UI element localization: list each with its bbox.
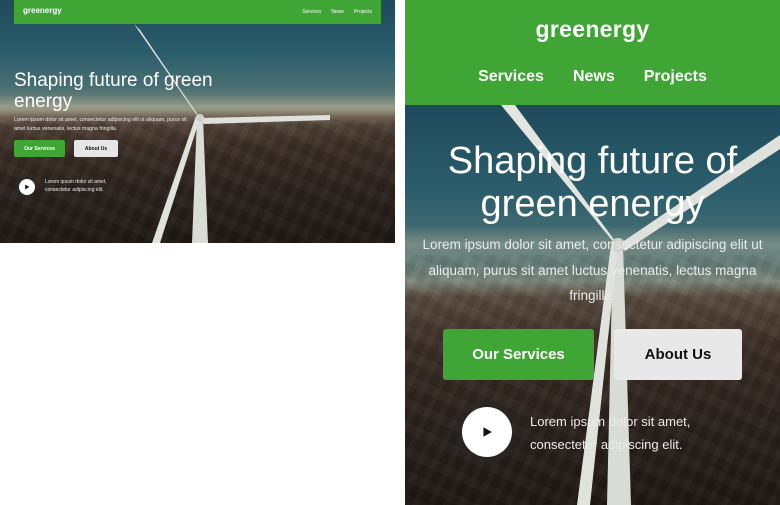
video-play-button[interactable] — [455, 400, 519, 464]
play-icon — [483, 427, 492, 437]
nav-item-news[interactable]: News — [331, 9, 344, 15]
our-services-button[interactable]: Our Services — [14, 140, 65, 157]
video-play-button[interactable] — [15, 175, 38, 198]
nav-item-services[interactable]: Services — [302, 9, 321, 15]
nav-item-projects[interactable]: Projects — [354, 9, 372, 15]
hero-title: Shaping future of green energy — [14, 70, 213, 112]
play-button-circle — [18, 178, 35, 195]
mobile-preview: greenergy Services News Projects Shaping… — [405, 0, 780, 505]
nav-item-services[interactable]: Services — [478, 68, 544, 86]
desktop-nav-menu: Services News Projects — [302, 9, 372, 15]
hero-title: Shaping future of green energy — [447, 140, 738, 225]
play-button-circle — [462, 407, 512, 457]
mobile-nav-menu: Services News Projects — [405, 68, 780, 86]
about-us-button[interactable]: About Us — [74, 140, 118, 157]
brand-logo[interactable]: greenergy — [405, 16, 780, 43]
hero-subtitle: Lorem ipsum dolor sit amet, consectetur … — [14, 117, 187, 132]
desktop-navbar: greenergy Services News Projects — [14, 0, 381, 24]
video-caption: Lorem ipsum dolor sit amet, consectetur … — [530, 414, 691, 452]
desktop-preview: greenergy Services News Projects Shaping… — [0, 0, 395, 243]
hero-subtitle: Lorem ipsum dolor sit amet, consectetur … — [422, 237, 763, 303]
nav-item-news[interactable]: News — [573, 68, 615, 86]
video-caption: Lorem ipsum dolor sit amet, consectetur … — [45, 179, 107, 193]
about-us-button[interactable]: About Us — [614, 329, 742, 380]
brand-logo[interactable]: greenergy — [23, 6, 62, 15]
nav-item-projects[interactable]: Projects — [644, 68, 707, 86]
mobile-header: greenergy Services News Projects — [405, 0, 780, 105]
play-icon — [24, 184, 29, 189]
our-services-button[interactable]: Our Services — [443, 329, 594, 380]
